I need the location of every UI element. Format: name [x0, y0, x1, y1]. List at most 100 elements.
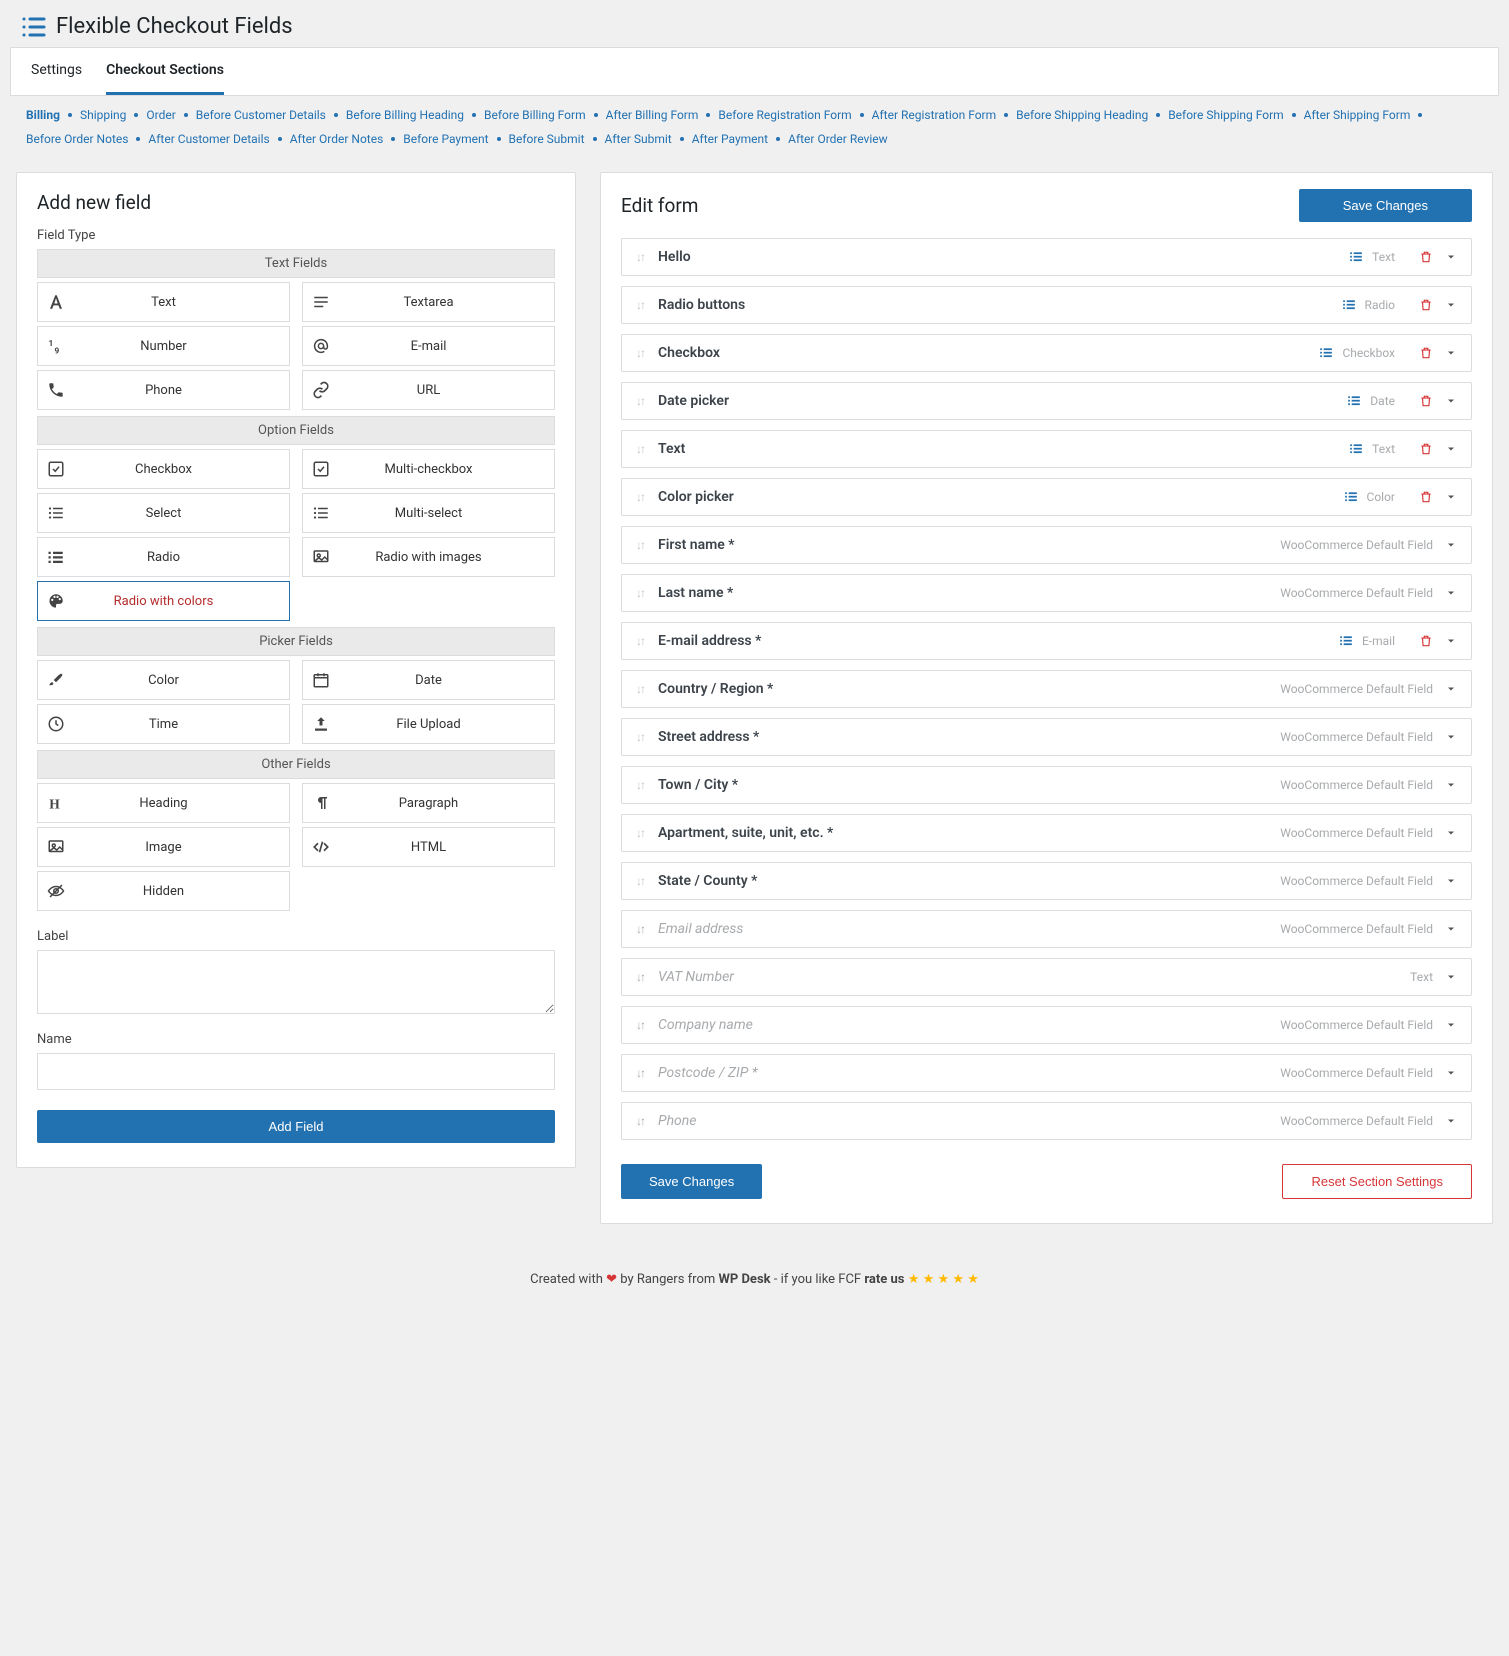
trash-icon[interactable]	[1419, 394, 1433, 408]
drag-handle-icon[interactable]: ↓↑	[636, 1114, 644, 1128]
type-number[interactable]: 19Number	[37, 326, 290, 366]
trash-icon[interactable]	[1419, 346, 1433, 360]
field-row[interactable]: ↓↑Company nameWooCommerce Default Field	[621, 1006, 1472, 1044]
tab-checkout-sections[interactable]: Checkout Sections	[106, 48, 224, 95]
expand-icon[interactable]	[1445, 299, 1457, 311]
trash-icon[interactable]	[1419, 250, 1433, 264]
type-url[interactable]: URL	[302, 370, 555, 410]
drag-handle-icon[interactable]: ↓↑	[636, 394, 644, 408]
section-link-before-shipping-form[interactable]: Before Shipping Form	[1168, 108, 1283, 122]
drag-handle-icon[interactable]: ↓↑	[636, 538, 644, 552]
expand-icon[interactable]	[1445, 875, 1457, 887]
expand-icon[interactable]	[1445, 443, 1457, 455]
type-radio-images[interactable]: Radio with images	[302, 537, 555, 577]
type-image[interactable]: Image	[37, 827, 290, 867]
label-input[interactable]	[37, 950, 555, 1014]
field-row[interactable]: ↓↑State / County *WooCommerce Default Fi…	[621, 862, 1472, 900]
type-color[interactable]: Color	[37, 660, 290, 700]
trash-icon[interactable]	[1419, 634, 1433, 648]
field-row[interactable]: ↓↑CheckboxCheckbox	[621, 334, 1472, 372]
drag-handle-icon[interactable]: ↓↑	[636, 586, 644, 600]
type-hidden[interactable]: Hidden	[37, 871, 290, 911]
drag-handle-icon[interactable]: ↓↑	[636, 826, 644, 840]
expand-icon[interactable]	[1445, 587, 1457, 599]
expand-icon[interactable]	[1445, 827, 1457, 839]
field-row[interactable]: ↓↑Apartment, suite, unit, etc. *WooComme…	[621, 814, 1472, 852]
expand-icon[interactable]	[1445, 971, 1457, 983]
type-multi-checkbox[interactable]: Multi-checkbox	[302, 449, 555, 489]
type-paragraph[interactable]: Paragraph	[302, 783, 555, 823]
section-link-before-order-notes[interactable]: Before Order Notes	[26, 132, 128, 146]
section-link-after-billing-form[interactable]: After Billing Form	[606, 108, 699, 122]
type-heading[interactable]: HHeading	[37, 783, 290, 823]
expand-icon[interactable]	[1445, 347, 1457, 359]
drag-handle-icon[interactable]: ↓↑	[636, 730, 644, 744]
section-link-after-order-notes[interactable]: After Order Notes	[290, 132, 384, 146]
field-row[interactable]: ↓↑Radio buttonsRadio	[621, 286, 1472, 324]
tab-settings[interactable]: Settings	[31, 48, 82, 95]
type-multi-select[interactable]: Multi-select	[302, 493, 555, 533]
section-link-after-customer-details[interactable]: After Customer Details	[148, 132, 269, 146]
expand-icon[interactable]	[1445, 1067, 1457, 1079]
type-date[interactable]: Date	[302, 660, 555, 700]
type-text[interactable]: Text	[37, 282, 290, 322]
section-link-after-shipping-form[interactable]: After Shipping Form	[1304, 108, 1411, 122]
section-link-shipping[interactable]: Shipping	[80, 108, 126, 122]
name-input[interactable]	[37, 1053, 555, 1090]
trash-icon[interactable]	[1419, 490, 1433, 504]
field-row[interactable]: ↓↑TextText	[621, 430, 1472, 468]
expand-icon[interactable]	[1445, 779, 1457, 791]
drag-handle-icon[interactable]: ↓↑	[636, 346, 644, 360]
type-email[interactable]: E-mail	[302, 326, 555, 366]
type-radio[interactable]: Radio	[37, 537, 290, 577]
save-changes-button-bottom[interactable]: Save Changes	[621, 1164, 762, 1199]
drag-handle-icon[interactable]: ↓↑	[636, 250, 644, 264]
section-link-after-submit[interactable]: After Submit	[605, 132, 672, 146]
add-field-button[interactable]: Add Field	[37, 1110, 555, 1143]
rate-us-link[interactable]: rate us	[864, 1272, 904, 1287]
section-link-after-order-review[interactable]: After Order Review	[788, 132, 888, 146]
section-link-before-shipping-heading[interactable]: Before Shipping Heading	[1016, 108, 1148, 122]
expand-icon[interactable]	[1445, 251, 1457, 263]
drag-handle-icon[interactable]: ↓↑	[636, 970, 644, 984]
field-row[interactable]: ↓↑Date pickerDate	[621, 382, 1472, 420]
field-row[interactable]: ↓↑Country / Region *WooCommerce Default …	[621, 670, 1472, 708]
expand-icon[interactable]	[1445, 923, 1457, 935]
type-html[interactable]: HTML	[302, 827, 555, 867]
section-link-before-billing-form[interactable]: Before Billing Form	[484, 108, 586, 122]
expand-icon[interactable]	[1445, 539, 1457, 551]
type-checkbox[interactable]: Checkbox	[37, 449, 290, 489]
section-link-before-billing-heading[interactable]: Before Billing Heading	[346, 108, 464, 122]
section-link-before-submit[interactable]: Before Submit	[509, 132, 585, 146]
type-time[interactable]: Time	[37, 704, 290, 744]
drag-handle-icon[interactable]: ↓↑	[636, 1066, 644, 1080]
drag-handle-icon[interactable]: ↓↑	[636, 682, 644, 696]
expand-icon[interactable]	[1445, 395, 1457, 407]
section-link-before-payment[interactable]: Before Payment	[403, 132, 488, 146]
field-row[interactable]: ↓↑HelloText	[621, 238, 1472, 276]
expand-icon[interactable]	[1445, 731, 1457, 743]
section-link-after-registration-form[interactable]: After Registration Form	[872, 108, 996, 122]
drag-handle-icon[interactable]: ↓↑	[636, 490, 644, 504]
drag-handle-icon[interactable]: ↓↑	[636, 922, 644, 936]
section-link-before-customer-details[interactable]: Before Customer Details	[196, 108, 326, 122]
expand-icon[interactable]	[1445, 635, 1457, 647]
trash-icon[interactable]	[1419, 442, 1433, 456]
type-radio-colors[interactable]: Radio with colors	[37, 581, 290, 621]
field-row[interactable]: ↓↑VAT NumberText	[621, 958, 1472, 996]
drag-handle-icon[interactable]: ↓↑	[636, 778, 644, 792]
drag-handle-icon[interactable]: ↓↑	[636, 634, 644, 648]
expand-icon[interactable]	[1445, 1019, 1457, 1031]
section-link-order[interactable]: Order	[146, 108, 175, 122]
drag-handle-icon[interactable]: ↓↑	[636, 442, 644, 456]
drag-handle-icon[interactable]: ↓↑	[636, 874, 644, 888]
field-row[interactable]: ↓↑PhoneWooCommerce Default Field	[621, 1102, 1472, 1140]
type-textarea[interactable]: Textarea	[302, 282, 555, 322]
expand-icon[interactable]	[1445, 683, 1457, 695]
save-changes-button-top[interactable]: Save Changes	[1299, 189, 1472, 222]
field-row[interactable]: ↓↑Last name *WooCommerce Default Field	[621, 574, 1472, 612]
type-phone[interactable]: Phone	[37, 370, 290, 410]
section-link-before-registration-form[interactable]: Before Registration Form	[718, 108, 851, 122]
field-row[interactable]: ↓↑Street address *WooCommerce Default Fi…	[621, 718, 1472, 756]
field-row[interactable]: ↓↑Color pickerColor	[621, 478, 1472, 516]
